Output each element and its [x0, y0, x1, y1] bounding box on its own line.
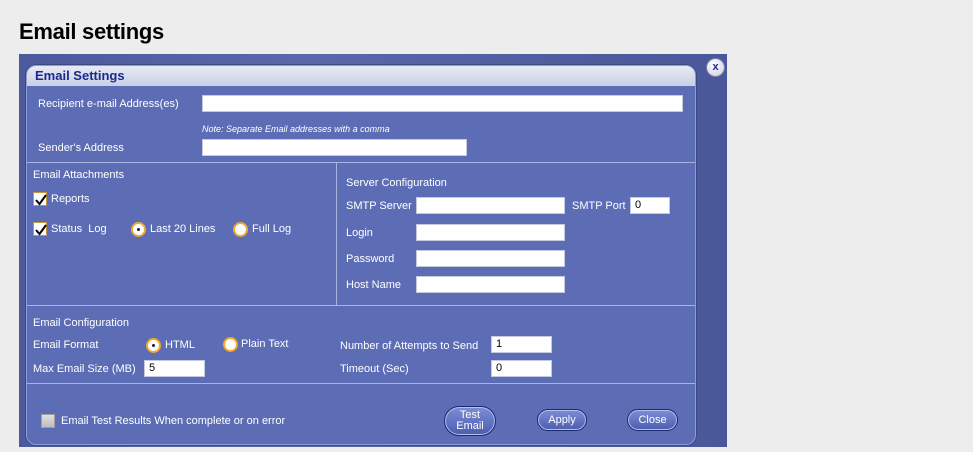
test-email-label-line2: Email — [456, 420, 484, 432]
apply-button[interactable]: Apply — [537, 409, 587, 431]
email-test-results-checkbox[interactable] — [41, 414, 55, 428]
html-radio[interactable] — [146, 338, 161, 353]
full-log-label: Full Log — [252, 223, 292, 235]
html-label: HTML — [165, 339, 195, 351]
recipient-label: Recipient e-mail Address(es) — [38, 98, 179, 110]
host-name-label: Host Name — [346, 279, 402, 291]
checkmark-icon — [35, 194, 47, 206]
last-20-lines-label: Last 20 Lines — [150, 223, 216, 235]
dialog-title: Email Settings — [35, 68, 125, 83]
attempts-label: Number of Attempts to Send — [340, 340, 479, 352]
close-button[interactable]: Close — [627, 409, 678, 431]
divider — [27, 162, 695, 163]
max-size-label: Max Email Size (MB) — [33, 363, 136, 375]
password-input[interactable] — [416, 250, 565, 267]
attachments-heading: Email Attachments — [33, 169, 125, 181]
smtp-port-label: SMTP Port — [572, 200, 626, 212]
divider — [27, 383, 695, 384]
plain-text-radio[interactable] — [223, 337, 238, 352]
plain-text-label: Plain Text — [241, 338, 289, 350]
close-icon[interactable]: x — [706, 58, 725, 77]
password-label: Password — [346, 253, 395, 265]
timeout-input[interactable]: 0 — [491, 360, 552, 377]
sender-label: Sender's Address — [38, 142, 124, 154]
section-divider — [336, 162, 337, 305]
page-title: Email settings — [19, 19, 164, 44]
recipient-note: Note: Separate Email addresses with a co… — [202, 124, 390, 134]
config-heading: Email Configuration — [33, 317, 129, 329]
login-input[interactable] — [416, 224, 565, 241]
divider — [27, 305, 695, 306]
recipient-input[interactable] — [202, 95, 683, 112]
reports-checkbox[interactable] — [33, 192, 47, 206]
status-log-label: Status Log — [51, 223, 107, 235]
smtp-port-input[interactable]: 0 — [630, 197, 670, 214]
dialog-header: Email Settings — [27, 66, 695, 86]
max-size-input[interactable]: 5 — [144, 360, 205, 377]
last-20-lines-radio[interactable] — [131, 222, 146, 237]
test-email-button[interactable]: Test Email — [444, 406, 496, 436]
host-name-input[interactable] — [416, 276, 565, 293]
sender-input[interactable] — [202, 139, 467, 156]
full-log-radio[interactable] — [233, 222, 248, 237]
smtp-server-input[interactable] — [416, 197, 565, 214]
checkmark-icon — [35, 224, 47, 236]
email-settings-dialog: Email Settings Recipient e-mail Address(… — [26, 65, 696, 445]
reports-label: Reports — [51, 193, 90, 205]
email-test-results-label: Email Test Results When complete or on e… — [61, 415, 286, 427]
email-format-label: Email Format — [33, 339, 99, 351]
login-label: Login — [346, 227, 373, 239]
smtp-server-label: SMTP Server — [346, 200, 412, 212]
server-heading: Server Configuration — [346, 177, 447, 189]
status-log-checkbox[interactable] — [33, 222, 47, 236]
attempts-input[interactable]: 1 — [491, 336, 552, 353]
timeout-label: Timeout (Sec) — [340, 363, 409, 375]
